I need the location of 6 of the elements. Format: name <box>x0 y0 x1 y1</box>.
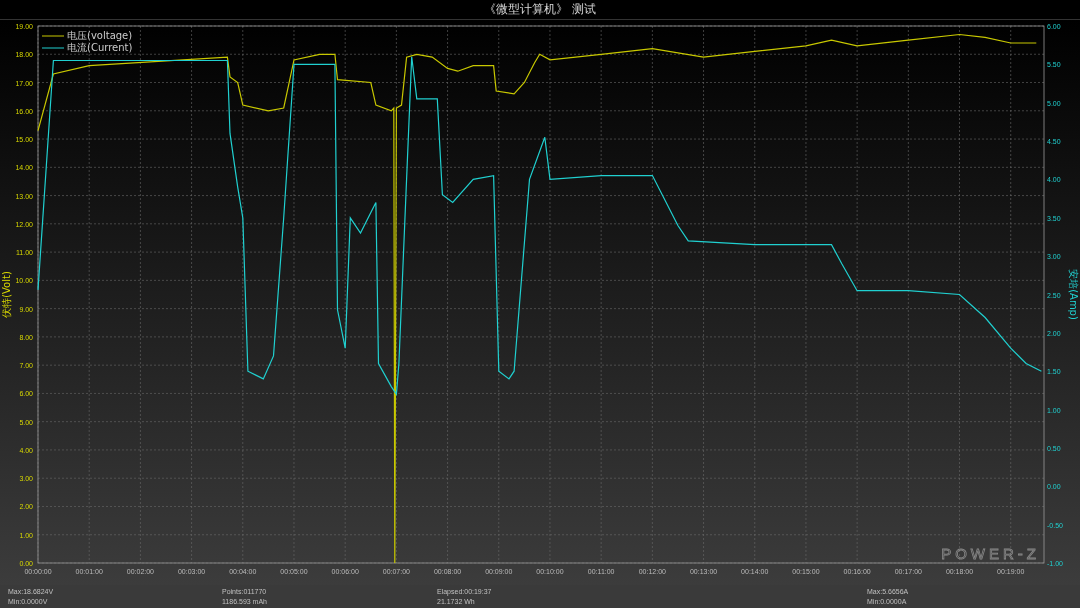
legend-label: 电压(voltage) <box>67 30 133 41</box>
axis-title: 安培(Amp) <box>1068 269 1079 320</box>
legend-label: 电流(Current) <box>67 42 133 53</box>
logo: POWER-Z <box>941 545 1040 562</box>
axis-title: 伏特(Volt) <box>1 271 12 318</box>
window-title: 《微型计算机》 测试 <box>484 1 596 18</box>
